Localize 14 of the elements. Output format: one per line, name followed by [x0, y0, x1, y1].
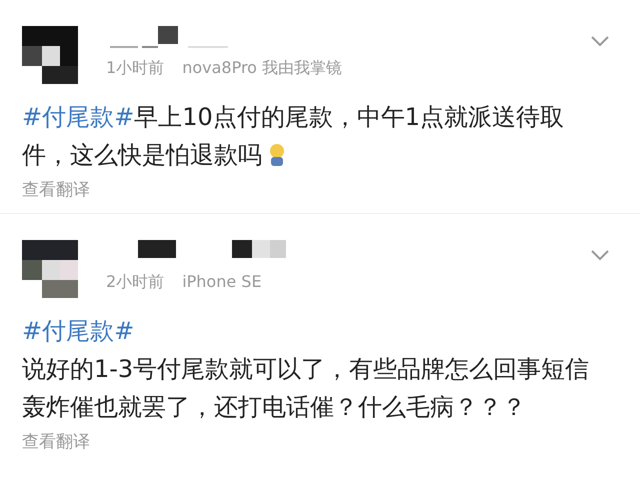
blurred-avatar-drawing: [22, 240, 78, 298]
post-text: #付尾款#早上10点付的尾款，中午1点就派送待取件，这么快是怕退款吗: [22, 102, 566, 171]
post-device: nova8Pro 我由我掌镜: [182, 58, 342, 79]
hashtag-link[interactable]: #付尾款#: [22, 312, 134, 350]
post-text: 说好的1-3号付尾款就可以了，有些品牌怎么回事短信轰炸催也就罢了，还打电话催？什么毛病？？？: [22, 354, 590, 423]
blurred-avatar-drawing: [22, 26, 78, 84]
post-time: 2小时前: [106, 272, 164, 293]
translate-link[interactable]: 查看翻译: [22, 178, 90, 201]
hashtag-link[interactable]: #付尾款#: [22, 103, 134, 131]
translate-link[interactable]: 查看翻译: [22, 430, 90, 453]
chevron-down-icon[interactable]: [590, 248, 610, 262]
post-device: iPhone SE: [182, 272, 262, 293]
post-time: 1小时前: [106, 58, 164, 79]
chevron-down-icon[interactable]: [590, 34, 610, 48]
